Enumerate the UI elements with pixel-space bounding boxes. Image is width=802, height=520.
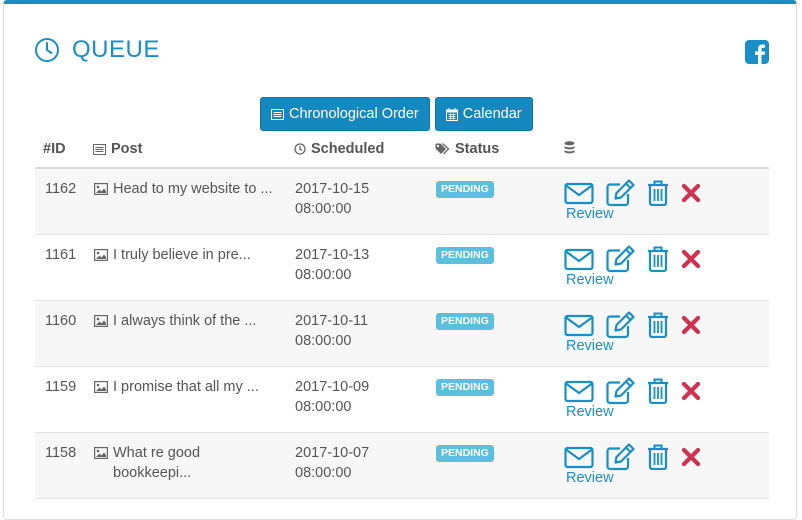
post-preview[interactable]: What re good bookkeepi... [94,443,279,483]
scheduled-date: 2017-10-13 [295,247,370,263]
list-icon [93,143,106,155]
list-icon [271,108,284,120]
post-preview[interactable]: Head to my website to ... [94,179,279,199]
scheduled-datetime: 2017-10-09 08:00:00 [295,377,369,417]
database-icon [564,141,575,154]
post-id: 1161 [45,247,77,263]
post-preview[interactable]: I promise that all my ... [94,377,279,397]
post-text: What re good bookkeepi... [113,445,201,481]
scheduled-date: 2017-10-11 [295,313,369,329]
envelope-icon[interactable] [564,379,594,407]
delete-icon[interactable] [681,249,701,273]
scheduled-datetime: 2017-10-07 08:00:00 [295,443,369,483]
trash-icon[interactable] [647,378,669,408]
image-icon [94,447,108,459]
clock-icon [35,38,59,62]
scheduled-date: 2017-10-15 [295,181,370,197]
chronological-order-label: Chronological Order [289,106,419,122]
trash-icon[interactable] [647,246,669,276]
scheduled-datetime: 2017-10-13 08:00:00 [295,245,369,285]
image-icon [94,183,108,195]
page-title: QUEUE [72,36,160,63]
post-id: 1158 [45,445,77,461]
facebook-icon[interactable] [745,40,769,64]
image-icon [94,315,108,327]
status-badge: PENDING [436,379,494,396]
status-badge: PENDING [436,247,494,264]
delete-icon[interactable] [681,315,701,339]
status-badge: PENDING [436,313,494,330]
calendar-icon [445,107,458,121]
post-text: I promise that all my ... [113,379,259,395]
post-preview[interactable]: I always think of the ... [94,311,279,331]
table-row: 1160 I always think of the ... 2017-10-1… [35,301,769,367]
scheduled-time: 08:00:00 [295,399,352,415]
post-id: 1160 [45,313,77,329]
scheduled-datetime: 2017-10-15 08:00:00 [295,179,369,219]
tags-icon [435,143,450,155]
image-icon [94,381,108,393]
queue-panel: QUEUE Chronological Order Calendar #ID P… [3,0,797,520]
column-header-status[interactable]: Status [435,141,499,157]
trash-icon[interactable] [647,312,669,342]
chronological-order-button[interactable]: Chronological Order [260,97,430,131]
envelope-icon[interactable] [564,247,594,275]
scheduled-time: 08:00:00 [295,465,352,481]
scheduled-datetime: 2017-10-11 08:00:00 [295,311,368,351]
trash-icon[interactable] [647,180,669,210]
table-row: 1162 Head to my website to ... 2017-10-1… [35,169,769,235]
post-text: Head to my website to ... [113,181,273,197]
envelope-icon[interactable] [564,313,594,341]
post-id: 1159 [45,379,77,395]
calendar-label: Calendar [462,106,522,122]
image-icon [94,249,108,261]
table-row: 1161 I truly believe in pre... 2017-10-1… [35,235,769,301]
table-row: 1158 What re good bookkeepi... 2017-10-0… [35,433,769,499]
column-header-scheduled[interactable]: Scheduled [294,141,384,157]
trash-icon[interactable] [647,444,669,474]
scheduled-time: 08:00:00 [295,201,352,217]
scheduled-time: 08:00:00 [295,333,352,349]
table-header: #ID Post Scheduled Status [35,137,769,169]
review-link[interactable]: Review [566,470,614,486]
review-link[interactable]: Review [566,206,614,222]
column-header-post[interactable]: Post [93,141,142,157]
post-text: I truly believe in pre... [113,247,251,263]
calendar-button[interactable]: Calendar [434,97,533,131]
post-preview[interactable]: I truly believe in pre... [94,245,279,265]
column-header-id[interactable]: #ID [43,141,66,157]
envelope-icon[interactable] [564,445,594,473]
table-row: 1159 I promise that all my ... 2017-10-0… [35,367,769,433]
scheduled-date: 2017-10-07 [295,445,370,461]
view-toggle: Chronological Order Calendar [260,97,538,131]
post-text: I always think of the ... [113,313,257,329]
column-header-actions [564,141,580,154]
delete-icon[interactable] [681,381,701,405]
post-id: 1162 [45,181,77,197]
review-link[interactable]: Review [566,338,614,354]
scheduled-date: 2017-10-09 [295,379,370,395]
status-badge: PENDING [436,181,494,198]
scheduled-time: 08:00:00 [295,267,352,283]
envelope-icon[interactable] [564,181,594,209]
delete-icon[interactable] [681,183,701,207]
review-link[interactable]: Review [566,272,614,288]
status-badge: PENDING [436,445,494,462]
clock-icon [294,143,306,155]
review-link[interactable]: Review [566,404,614,420]
panel-header: QUEUE [34,36,160,64]
delete-icon[interactable] [681,447,701,471]
